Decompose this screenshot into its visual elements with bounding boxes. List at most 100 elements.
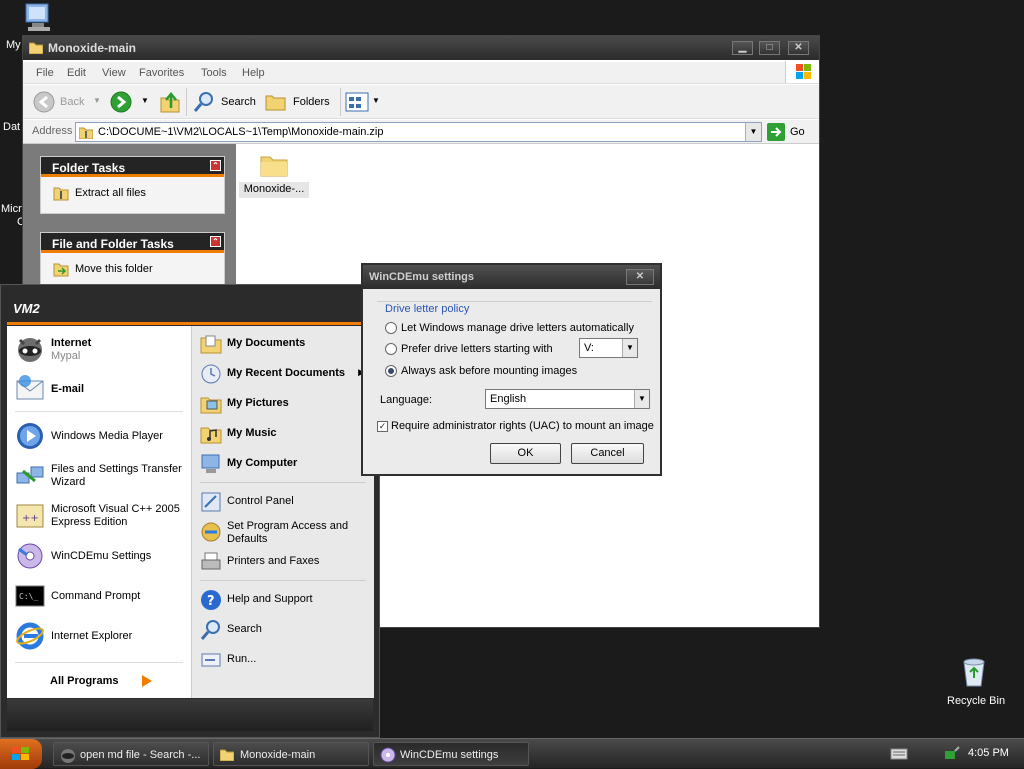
back-button[interactable]: Back ▼ [33, 91, 103, 113]
dialog-titlebar[interactable]: WinCDEmu settings ✕ [363, 265, 660, 289]
internet-title: Internet [51, 337, 92, 349]
file-item[interactable]: Monoxide-... [239, 150, 309, 200]
menu-help[interactable]: Help [242, 67, 265, 79]
pictures-folder-icon [200, 397, 222, 414]
language-value: English [490, 393, 527, 405]
control-panel-item[interactable]: Control Panel [192, 489, 374, 515]
menu-favorites[interactable]: Favorites [139, 67, 184, 79]
clock[interactable]: 4:05 PM [968, 747, 1009, 759]
close-button[interactable]: ✕ [788, 41, 809, 55]
language-select[interactable]: English ▼ [485, 389, 650, 409]
option-auto-manage[interactable]: Let Windows manage drive letters automat… [385, 321, 655, 337]
start-menu: VM2 Internet Mypal E-mail Windows Media … [0, 284, 380, 738]
keyboard-icon[interactable] [890, 747, 908, 761]
folders-button[interactable]: Folders [265, 90, 335, 114]
dialog-close-button[interactable]: ✕ [626, 269, 654, 285]
desktop-label-my[interactable]: My [6, 39, 21, 51]
search-button[interactable]: Search [193, 90, 257, 114]
explorer-titlebar[interactable]: Monoxide-main ▁ □ ✕ [23, 36, 819, 60]
move-folder-icon [53, 263, 69, 277]
recent-internet-explorer[interactable]: Internet Explorer [7, 618, 191, 654]
arrow-right-icon [142, 675, 152, 687]
recent-windows-media-player[interactable]: Windows Media Player [7, 418, 191, 454]
option-always-ask[interactable]: Always ask before mounting images [385, 364, 655, 380]
address-dropdown-icon[interactable]: ▼ [745, 123, 761, 141]
language-label: Language: [380, 394, 432, 406]
run-label: Run... [227, 653, 257, 665]
uac-checkbox-row[interactable]: ✓ Require administrator rights (UAC) to … [377, 419, 657, 435]
views-button[interactable]: ▼ [345, 91, 381, 113]
extract-icon [53, 187, 69, 201]
run-item[interactable]: Run... [192, 647, 374, 673]
run-icon [201, 653, 221, 667]
menu-file[interactable]: File [36, 67, 54, 79]
program-access-icon [201, 522, 221, 542]
maximize-button[interactable]: □ [759, 41, 780, 55]
up-folder-button[interactable] [159, 90, 181, 114]
extract-all-files-link[interactable]: Extract all files [41, 183, 224, 205]
safely-remove-hardware-icon[interactable] [942, 746, 960, 762]
menu-edit[interactable]: Edit [67, 67, 86, 79]
recent-wincdemu-settings[interactable]: WinCDEmu Settings [7, 538, 191, 574]
menu-separator [15, 411, 183, 412]
recent-transfer-wizard[interactable]: Files and Settings Transfer Wizard [7, 458, 191, 494]
media-player-icon [17, 423, 43, 449]
views-icon [345, 92, 369, 112]
cancel-button[interactable]: Cancel [571, 443, 644, 464]
my-recent-documents-item[interactable]: My Recent Documents ▶ [192, 361, 374, 387]
pinned-internet[interactable]: Internet Mypal [7, 331, 191, 367]
taskbar-button-search[interactable]: open md file - Search -... [53, 742, 209, 766]
option-prefer-letters[interactable]: Prefer drive letters starting with [385, 342, 565, 358]
ok-button[interactable]: OK [490, 443, 561, 464]
move-this-folder-link[interactable]: Move this folder [41, 259, 224, 281]
desktop-label-dat[interactable]: Dat [3, 121, 20, 133]
recycle-bin-icon [963, 658, 985, 687]
collapse-icon[interactable]: ⌃ [210, 160, 221, 171]
radio-auto-manage[interactable] [385, 322, 397, 334]
all-programs-button[interactable]: All Programs [47, 671, 167, 691]
command-prompt-label: Command Prompt [51, 590, 141, 602]
start-button[interactable] [0, 739, 42, 769]
views-dropdown-icon: ▼ [372, 96, 380, 105]
collapse-icon[interactable]: ⌃ [210, 236, 221, 247]
file-folder-tasks-header[interactable]: File and Folder Tasks ⌃ [41, 233, 224, 253]
forward-dropdown-icon[interactable]: ▼ [141, 96, 149, 105]
option-prefer-letters-label: Prefer drive letters starting with [401, 343, 553, 355]
menu-tools[interactable]: Tools [201, 67, 227, 79]
wincdemu-settings-dialog: WinCDEmu settings ✕ Drive letter policy … [361, 263, 662, 476]
control-panel-label: Control Panel [227, 495, 294, 507]
option-auto-manage-label: Let Windows manage drive letters automat… [401, 322, 634, 334]
computer-icon [25, 3, 50, 31]
drive-letter-select[interactable]: V: ▼ [579, 338, 638, 358]
my-documents-item[interactable]: My Documents [192, 331, 374, 357]
recycle-bin-desktop-icon[interactable] [958, 656, 990, 688]
recent-visual-cpp[interactable]: ++ Microsoft Visual C++ 2005 Express Edi… [7, 498, 191, 534]
my-computer-item[interactable]: My Computer [192, 451, 374, 477]
uac-checkbox[interactable]: ✓ [377, 421, 388, 432]
set-program-access-item[interactable]: Set Program Access and Defaults [192, 519, 374, 551]
taskbar-button-explorer[interactable]: Monoxide-main [213, 742, 369, 766]
address-field[interactable]: C:\DOCUME~1\VM2\LOCALS~1\Temp\Monoxide-m… [75, 122, 762, 142]
printers-faxes-item[interactable]: Printers and Faxes [192, 549, 374, 575]
back-dropdown-icon[interactable]: ▼ [93, 96, 101, 105]
menu-view[interactable]: View [102, 67, 126, 79]
recent-command-prompt[interactable]: C:\_ Command Prompt [7, 578, 191, 614]
minimize-button[interactable]: ▁ [732, 41, 753, 55]
search-icon [193, 92, 213, 112]
folder-tasks-header[interactable]: Folder Tasks ⌃ [41, 157, 224, 177]
taskbar-button-wincdemu[interactable]: WinCDEmu settings [373, 742, 529, 766]
recycle-bin-label[interactable]: Recycle Bin [947, 695, 1005, 707]
help-support-item[interactable]: ? Help and Support [192, 587, 374, 613]
search-item[interactable]: Search [192, 617, 374, 643]
forward-button[interactable] [110, 91, 132, 113]
ie-icon [16, 622, 44, 650]
start-menu-header: VM2 [7, 289, 373, 325]
radio-always-ask[interactable] [385, 365, 397, 377]
radio-prefer-letters[interactable] [385, 343, 397, 355]
my-music-item[interactable]: My Music [192, 421, 374, 447]
my-computer-desktop-icon[interactable] [22, 2, 56, 34]
my-pictures-item[interactable]: My Pictures [192, 391, 374, 417]
documents-folder-icon [200, 335, 222, 354]
pinned-email[interactable]: E-mail [7, 370, 191, 406]
go-button[interactable]: Go [767, 122, 811, 142]
